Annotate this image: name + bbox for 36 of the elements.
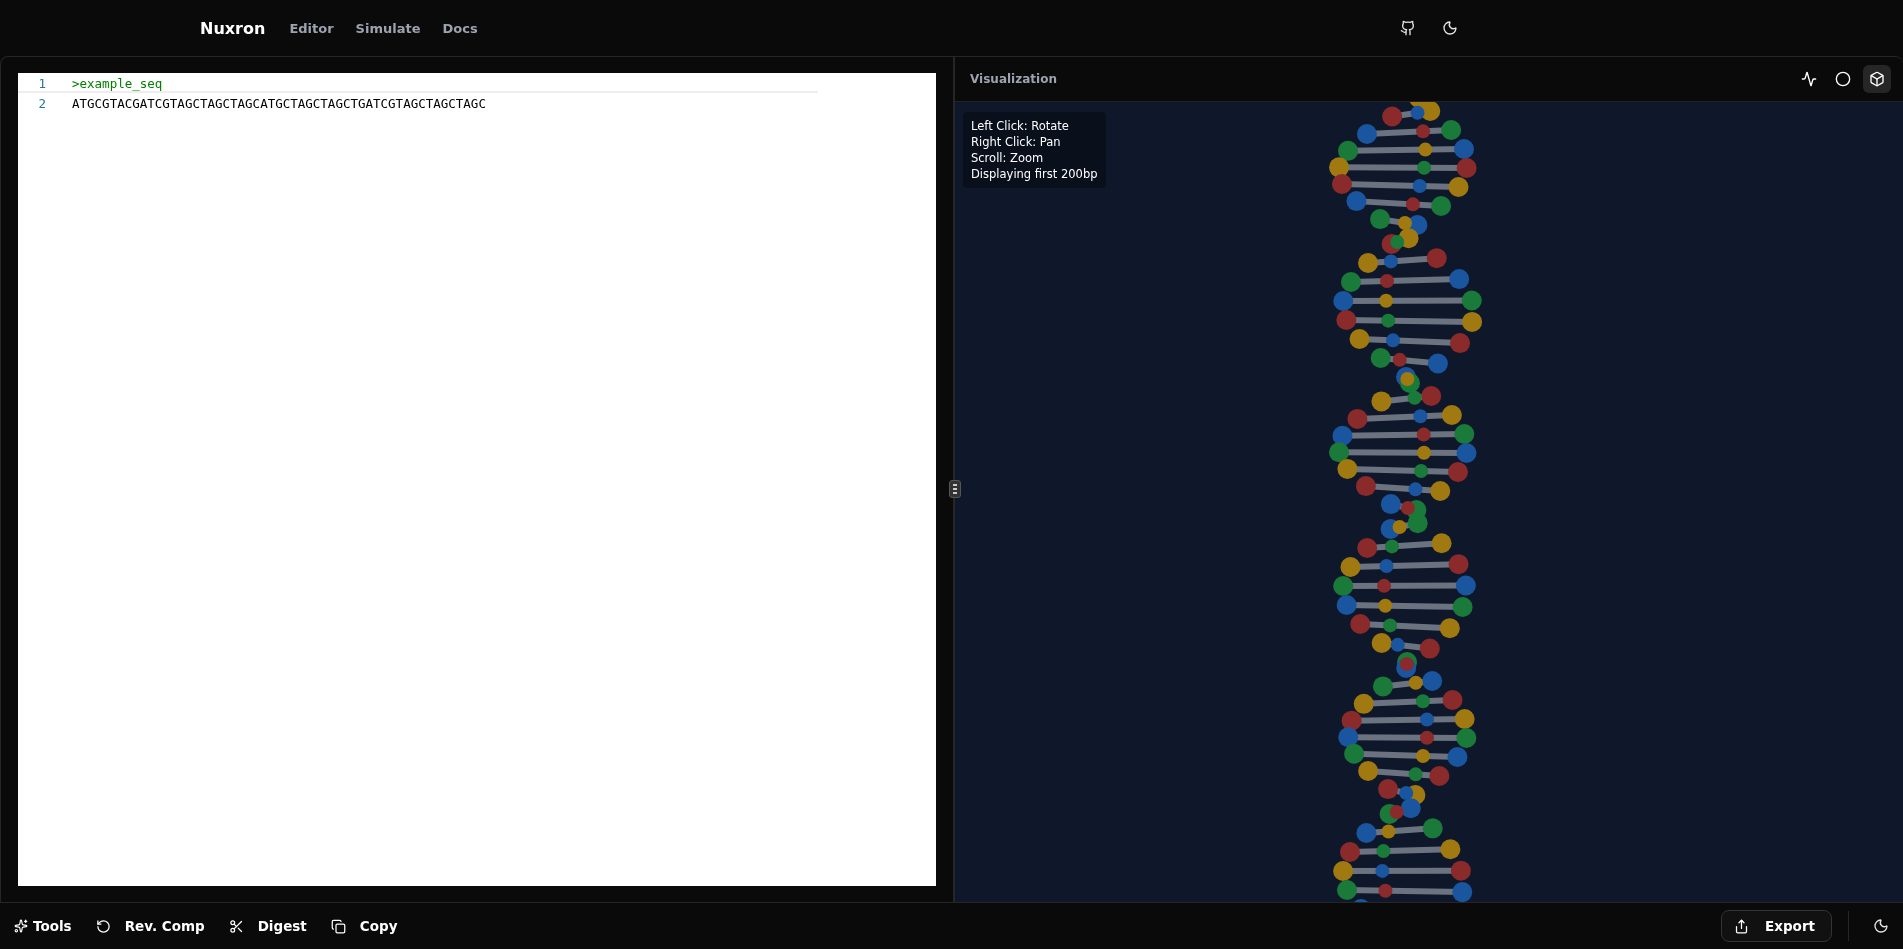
- nav-link[interactable]: Docs: [442, 20, 478, 36]
- github-icon: [1400, 20, 1416, 36]
- theme-toggle-button[interactable]: [1873, 918, 1889, 934]
- code-line: ATGCGTACGATCGTAGCTAGCTAGCATGCTAGCTAGCTGATCGTAGCTAGCTAGC: [72, 96, 486, 111]
- github-button[interactable]: [1400, 20, 1416, 36]
- scissors-icon: [228, 918, 244, 934]
- sparkle-icon: [14, 919, 28, 933]
- help-text: Right Click: Pan: [971, 134, 1062, 150]
- theme-toggle-button[interactable]: [1442, 20, 1458, 36]
- help-text: Scroll: Zoom: [971, 150, 1045, 166]
- code-line: >example_seq: [72, 76, 163, 91]
- pulse-icon: [1801, 71, 1817, 87]
- toolbar-button[interactable]: Tools: [14, 918, 72, 934]
- rotate-icon: [95, 918, 111, 934]
- cube-icon: [1869, 71, 1885, 87]
- toolbar-button[interactable]: Copy: [330, 918, 398, 934]
- moon-icon: [1873, 918, 1889, 934]
- export-button[interactable]: Export: [1721, 910, 1832, 942]
- help-text: Left Click: Rotate: [971, 118, 1070, 134]
- toolbar-button[interactable]: Digest: [228, 918, 307, 934]
- line-number: 2: [37, 96, 47, 111]
- share-icon: [1734, 918, 1749, 934]
- circle-icon: [1835, 71, 1851, 87]
- copy-icon: [330, 918, 346, 934]
- nav-link[interactable]: Editor: [289, 20, 334, 36]
- nav-link[interactable]: Simulate: [355, 20, 421, 36]
- line-number: 1: [37, 76, 47, 91]
- resize-handle[interactable]: [949, 479, 961, 498]
- brand-logo[interactable]: Nuxron: [200, 18, 266, 38]
- toolbar-button[interactable]: Rev. Comp: [95, 918, 205, 934]
- code-editor[interactable]: 1 >example_seq 2 ATGCGTACGATCGTAGCTAGCTAGCATGCTAGCTAGCTGATCGTAGCTAGCTAGC: [18, 73, 936, 886]
- moon-icon: [1442, 20, 1458, 36]
- help-text: Displaying first 200bp: [971, 166, 1098, 182]
- panel-title: Visualization: [970, 72, 1057, 86]
- dna-helix-drawing[interactable]: [1329, 102, 1483, 902]
- view-mode-button[interactable]: [1863, 65, 1891, 93]
